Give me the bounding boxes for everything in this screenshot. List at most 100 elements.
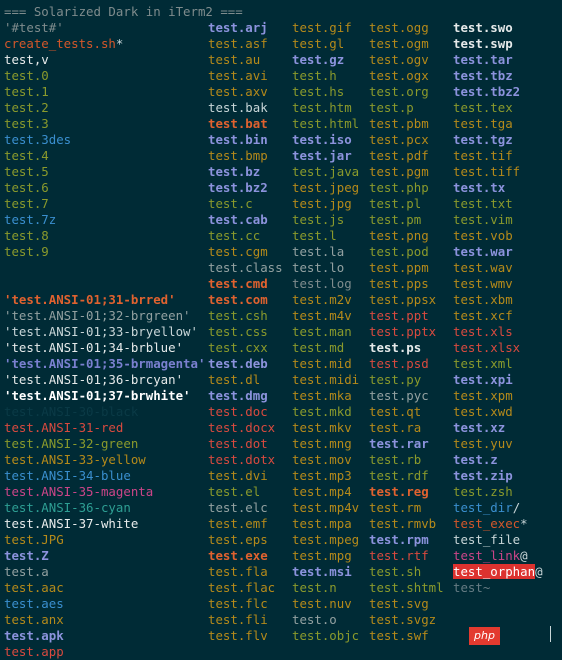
file-name: test.css <box>208 324 268 339</box>
file-name: test.a <box>4 564 49 579</box>
file-entry: test.n <box>292 580 359 596</box>
file-entry: test.pbm <box>369 116 444 132</box>
file-entry: test.apk <box>4 628 243 644</box>
file-entry: test.avi <box>208 68 283 84</box>
file-name: test.svgz <box>369 612 437 627</box>
file-entry: test.ps <box>369 340 444 356</box>
file-entry: create_tests.sh* <box>4 36 243 52</box>
file-entry: test.bin <box>208 132 283 148</box>
file-name: test.pdf <box>369 148 429 163</box>
file-entry: test.md <box>292 340 359 356</box>
file-name: test.Z <box>4 548 49 563</box>
file-name: test.mpa <box>292 516 352 531</box>
file-name: 'test.ANSI-01;35-brmagenta' <box>4 356 206 371</box>
file-name: test.mka <box>292 388 352 403</box>
file-entry: test.5 <box>4 164 243 180</box>
file-name: test.tga <box>453 116 513 131</box>
file-name: test_exec <box>453 516 521 531</box>
file-entry: 'test.ANSI-01;36-brcyan' <box>4 372 243 388</box>
file-name: test.tgz <box>453 132 513 147</box>
file-entry: test.ANSI-34-blue <box>4 468 243 484</box>
file-entry: test.app <box>4 644 243 660</box>
file-name: test.ANSI-32-green <box>4 436 139 451</box>
text-cursor <box>550 626 551 642</box>
file-name: '#test#' <box>4 20 64 35</box>
file-column-1: === Solarized Dark in iTerm2 === '#test#'… <box>4 4 243 660</box>
file-name: test.c <box>208 196 253 211</box>
file-name: test.fli <box>208 612 268 627</box>
file-entry: test.txt <box>453 196 543 212</box>
file-entry: test.tx <box>453 180 543 196</box>
file-name: test.com <box>208 292 268 307</box>
file-name: test_link <box>453 548 521 563</box>
file-entry: test.reg <box>369 484 444 500</box>
file-name: test.bz <box>208 164 261 179</box>
file-entry: test.xpm <box>453 388 543 404</box>
file-name: test.psd <box>369 356 429 371</box>
file-name: test.pbm <box>369 116 429 131</box>
file-entry: test.cab <box>208 212 283 228</box>
file-entry: test.swo <box>453 20 543 36</box>
file-name: test.9 <box>4 244 49 259</box>
file-entry: test.py <box>369 372 444 388</box>
file-entry: test.ogg <box>369 20 444 36</box>
file-entry: test.o <box>292 612 359 628</box>
file-entry: test.cxx <box>208 340 283 356</box>
file-name: test.m2v <box>292 292 352 307</box>
file-name: test.iso <box>292 132 352 147</box>
file-entry: test.wmv <box>453 276 543 292</box>
file-entry: test.deb <box>208 356 283 372</box>
file-entry: test.xcf <box>453 308 543 324</box>
file-entry: test.mka <box>292 388 359 404</box>
file-name: test.0 <box>4 68 49 83</box>
terminal-window[interactable]: === Solarized Dark in iTerm2 === '#test#'… <box>0 0 562 659</box>
file-name: create_tests.sh <box>4 36 116 51</box>
file-entry: test.flv <box>208 628 283 644</box>
file-entry: test.jpg <box>292 196 359 212</box>
file-entry: test.3des <box>4 132 243 148</box>
file-entry: test.png <box>369 228 444 244</box>
file-entry: test.ANSI-32-green <box>4 436 243 452</box>
file-entry: test.anx <box>4 612 243 628</box>
file-entry: test.tbz <box>453 68 543 84</box>
file-entry: 'test.ANSI-01;35-brmagenta' <box>4 356 243 372</box>
file-entry: test.hs <box>292 84 359 100</box>
file-name: test.msi <box>292 564 352 579</box>
file-name: test.ANSI-34-blue <box>4 468 131 483</box>
file-entry: test.a <box>4 564 243 580</box>
file-name: test.mng <box>292 436 352 451</box>
file-entry <box>369 4 444 20</box>
file-name: 'test.ANSI-01;36-brcyan' <box>4 372 184 387</box>
file-name: test.au <box>208 52 261 67</box>
file-name: test.apk <box>4 628 64 643</box>
file-name: test.JPG <box>4 532 64 547</box>
file-entry: test.rpm <box>369 532 444 548</box>
file-name: test.docx <box>208 420 276 435</box>
file-entry <box>4 276 243 292</box>
file-entry: test.jar <box>292 148 359 164</box>
file-entry: test.h <box>292 68 359 84</box>
file-name: test.dl <box>208 372 261 387</box>
file-entry: test.sh <box>369 564 444 580</box>
file-entry: test.pps <box>369 276 444 292</box>
file-entry: test.doc <box>208 404 283 420</box>
file-name: test.axv <box>208 84 268 99</box>
file-name: test.mpeg <box>292 532 360 547</box>
file-entry: test.rmvb <box>369 516 444 532</box>
file-name: test.xpi <box>453 372 513 387</box>
file-name: test.3 <box>4 116 49 131</box>
file-name: test.5 <box>4 164 49 179</box>
file-entry <box>4 260 243 276</box>
file-name: test_dir <box>453 500 513 515</box>
file-name: test.wmv <box>453 276 513 291</box>
file-entry: test.vob <box>453 228 543 244</box>
file-entry: test.docx <box>208 420 283 436</box>
file-name: test.php <box>369 180 429 195</box>
file-name: test.l <box>292 228 337 243</box>
file-name: test.ra <box>369 420 422 435</box>
file-name: test.4 <box>4 148 49 163</box>
file-entry <box>453 4 543 20</box>
file-name: test.dmg <box>208 388 268 403</box>
file-name: test.8 <box>4 228 49 243</box>
file-name: test.zip <box>453 468 513 483</box>
